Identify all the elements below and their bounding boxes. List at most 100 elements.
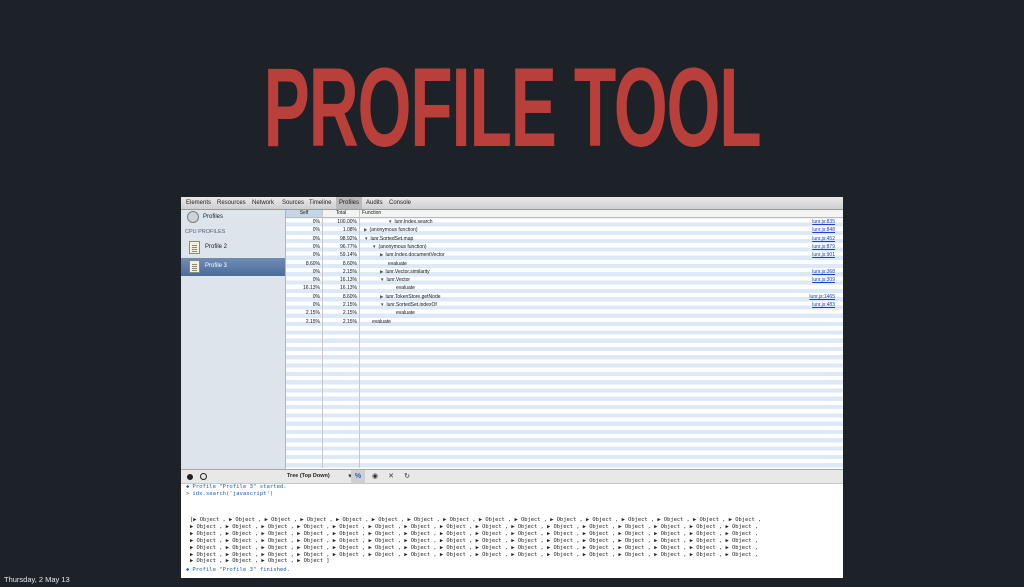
column-header-total[interactable]: Total — [323, 210, 359, 217]
view-mode-select[interactable]: Tree (Top Down) — [287, 470, 343, 483]
disclosure-closed-icon[interactable]: ▶ — [364, 227, 367, 232]
console-command: > idx.search('javascript') — [186, 491, 273, 497]
cell-self: 0% — [312, 243, 320, 250]
sidebar-item-profiles[interactable]: Profiles — [181, 211, 285, 229]
cell-self: 0% — [312, 227, 320, 234]
table-row[interactable]: 8.60% 8.60% evaluate — [286, 260, 843, 268]
console-message: ◆ Profile "Profile 3" started. — [186, 484, 287, 490]
cell-total: 59.14% — [340, 252, 357, 259]
console-object-row[interactable]: ▶ Object , ▶ Object , ▶ Object , ▶ Objec… — [190, 524, 758, 530]
cell-self: 2.15% — [305, 310, 320, 317]
table-row[interactable]: 16.13% 16.13% evaluate — [286, 284, 843, 292]
cell-total: 1.08% — [342, 227, 357, 234]
profiles-sidebar: Profiles CPU PROFILES Profile 2 Profile … — [181, 210, 286, 469]
cell-total: 2.15% — [342, 310, 357, 317]
console-object-row[interactable]: [▶ Object , ▶ Object , ▶ Object , ▶ Obje… — [190, 517, 761, 523]
function-name: lunr.Vector — [386, 277, 411, 284]
source-link[interactable]: lunr.js:835 — [812, 218, 835, 226]
console-object-row[interactable]: ▶ Object , ▶ Object , ▶ Object , ▶ Objec… — [190, 538, 758, 544]
table-row[interactable]: 2.15% 2.15% evaluate — [286, 309, 843, 317]
table-row[interactable]: 0% 100.00% ▼ lunr.Index.search lunr.js:835 — [286, 218, 843, 226]
disclosure-closed-icon[interactable]: ▶ — [380, 269, 383, 274]
disclosure-open-icon[interactable]: ▼ — [372, 244, 376, 249]
cell-total: 2.15% — [342, 302, 357, 308]
record-icon[interactable] — [185, 470, 195, 483]
clear-icon[interactable] — [199, 470, 209, 483]
function-name: lunr.Index.documentVector — [385, 252, 445, 259]
slide-date: Thursday, 2 May 13 — [4, 575, 70, 584]
profile-document-icon — [189, 241, 200, 254]
cell-self: 0% — [312, 219, 320, 225]
sidebar-item-label: Profiles — [203, 214, 224, 220]
table-row[interactable]: 2.15% 2.15% evaluate — [286, 318, 843, 326]
cell-self: 0% — [312, 235, 320, 242]
disclosure-open-icon[interactable]: ▼ — [364, 236, 368, 241]
cell-function: evaluate — [372, 318, 391, 326]
source-link[interactable]: lunr.js:901 — [812, 251, 835, 259]
source-link[interactable]: lunr.js:368 — [812, 268, 835, 276]
console-object-row[interactable]: ▶ Object , ▶ Object , ▶ Object , ▶ Objec… — [190, 558, 330, 564]
table-row[interactable]: 0% 59.14% ▶ lunr.Index.documentVector lunr.j… — [286, 251, 843, 259]
cell-self: 0% — [312, 252, 320, 259]
tab-console[interactable]: Console — [386, 197, 414, 209]
source-link[interactable]: lunr.js:879 — [812, 243, 835, 251]
function-name: evaluate — [396, 285, 415, 292]
eye-icon[interactable]: ◉ — [368, 470, 382, 483]
table-row[interactable]: 0% 8.60% ▶ lunr.TokenStore.getNode lunr.js:1… — [286, 293, 843, 301]
tab-elements[interactable]: Elements — [183, 197, 214, 209]
console-object-row[interactable]: ▶ Object , ▶ Object , ▶ Object , ▶ Objec… — [190, 531, 758, 537]
cell-function: evaluate — [396, 284, 415, 292]
console-object-row[interactable]: ▶ Object , ▶ Object , ▶ Object , ▶ Objec… — [190, 552, 758, 558]
source-link[interactable]: lunr.js:452 — [812, 235, 835, 243]
cell-total: 100.00% — [337, 219, 357, 225]
tab-resources[interactable]: Resources — [214, 197, 249, 209]
disclosure-open-icon[interactable]: ▼ — [380, 277, 384, 282]
table-row[interactable]: 0% 96.77% ▼ (anonymous function) lunr.js:879 — [286, 243, 843, 251]
source-link[interactable]: lunr.js:483 — [812, 301, 835, 309]
table-row[interactable]: 0% 2.15% ▼ lunr.SortedSet.indexOf lunr.js:48… — [286, 301, 843, 309]
console-object-row[interactable]: ▶ Object , ▶ Object , ▶ Object , ▶ Objec… — [190, 545, 758, 551]
table-row[interactable]: 0% 2.15% ▶ lunr.Vector.similarity lunr.js:36… — [286, 268, 843, 276]
console-drawer[interactable]: ◆ Profile "Profile 3" started. > idx.searc… — [181, 484, 843, 578]
profiles-status-bar: Tree (Top Down) ▾ % ◉ ✕ ↻ — [181, 469, 843, 484]
column-header-function[interactable]: Function — [362, 210, 462, 217]
table-row[interactable]: 0% 98.92% ▼ lunr.SortedSet.map lunr.js:452 — [286, 235, 843, 243]
tab-timeline[interactable]: Timeline — [306, 197, 334, 209]
percent-icon[interactable]: % — [351, 470, 365, 483]
table-row[interactable]: 0% 16.13% ▼ lunr.Vector lunr.js:309 — [286, 276, 843, 284]
cell-function: evaluate — [388, 260, 407, 268]
console-command-text: idx.search('javascript') — [192, 491, 274, 497]
tab-sources[interactable]: Sources — [279, 197, 307, 209]
source-link[interactable]: lunr.js:1465 — [809, 293, 835, 301]
tab-audits[interactable]: Audits — [363, 197, 386, 209]
console-message-icon: ◆ — [186, 567, 190, 573]
function-name: lunr.Index.search — [394, 219, 433, 225]
console-message-icon: ◆ — [186, 484, 190, 490]
cell-total: 2.15% — [342, 268, 357, 275]
cell-self: 0% — [312, 268, 320, 275]
function-name: evaluate — [388, 260, 407, 267]
refresh-icon[interactable]: ↻ — [400, 470, 414, 483]
cell-self: 2.15% — [305, 318, 320, 325]
tab-profiles[interactable]: Profiles — [336, 197, 363, 209]
cell-total: 8.60% — [342, 260, 357, 267]
source-link[interactable]: lunr.js:309 — [812, 276, 835, 284]
tab-network[interactable]: Network — [249, 197, 277, 209]
sidebar-item-profile-3[interactable]: Profile 3 — [181, 258, 285, 276]
table-row[interactable]: 0% 1.08% ▶ (anonymous function) lunr.js:848 — [286, 226, 843, 234]
cell-total: 96.77% — [340, 243, 357, 250]
function-name: lunr.Vector.similarity — [385, 268, 430, 275]
grid-header: Self Total Function — [286, 210, 843, 218]
function-name: lunr.SortedSet.map — [370, 235, 414, 242]
disclosure-closed-icon[interactable]: ▶ — [380, 294, 383, 299]
sidebar-item-profile-2[interactable]: Profile 2 — [181, 239, 285, 257]
source-link[interactable]: lunr.js:848 — [812, 226, 835, 234]
column-header-self[interactable]: Self — [286, 210, 322, 217]
profiles-clock-icon — [187, 211, 199, 223]
disclosure-open-icon[interactable]: ▼ — [388, 219, 392, 224]
disclosure-closed-icon[interactable]: ▶ — [380, 252, 383, 257]
disclosure-open-icon[interactable]: ▼ — [380, 302, 384, 307]
close-icon[interactable]: ✕ — [384, 470, 398, 483]
function-name: (anonymous function) — [369, 227, 418, 234]
cell-self: 16.13% — [303, 285, 320, 292]
